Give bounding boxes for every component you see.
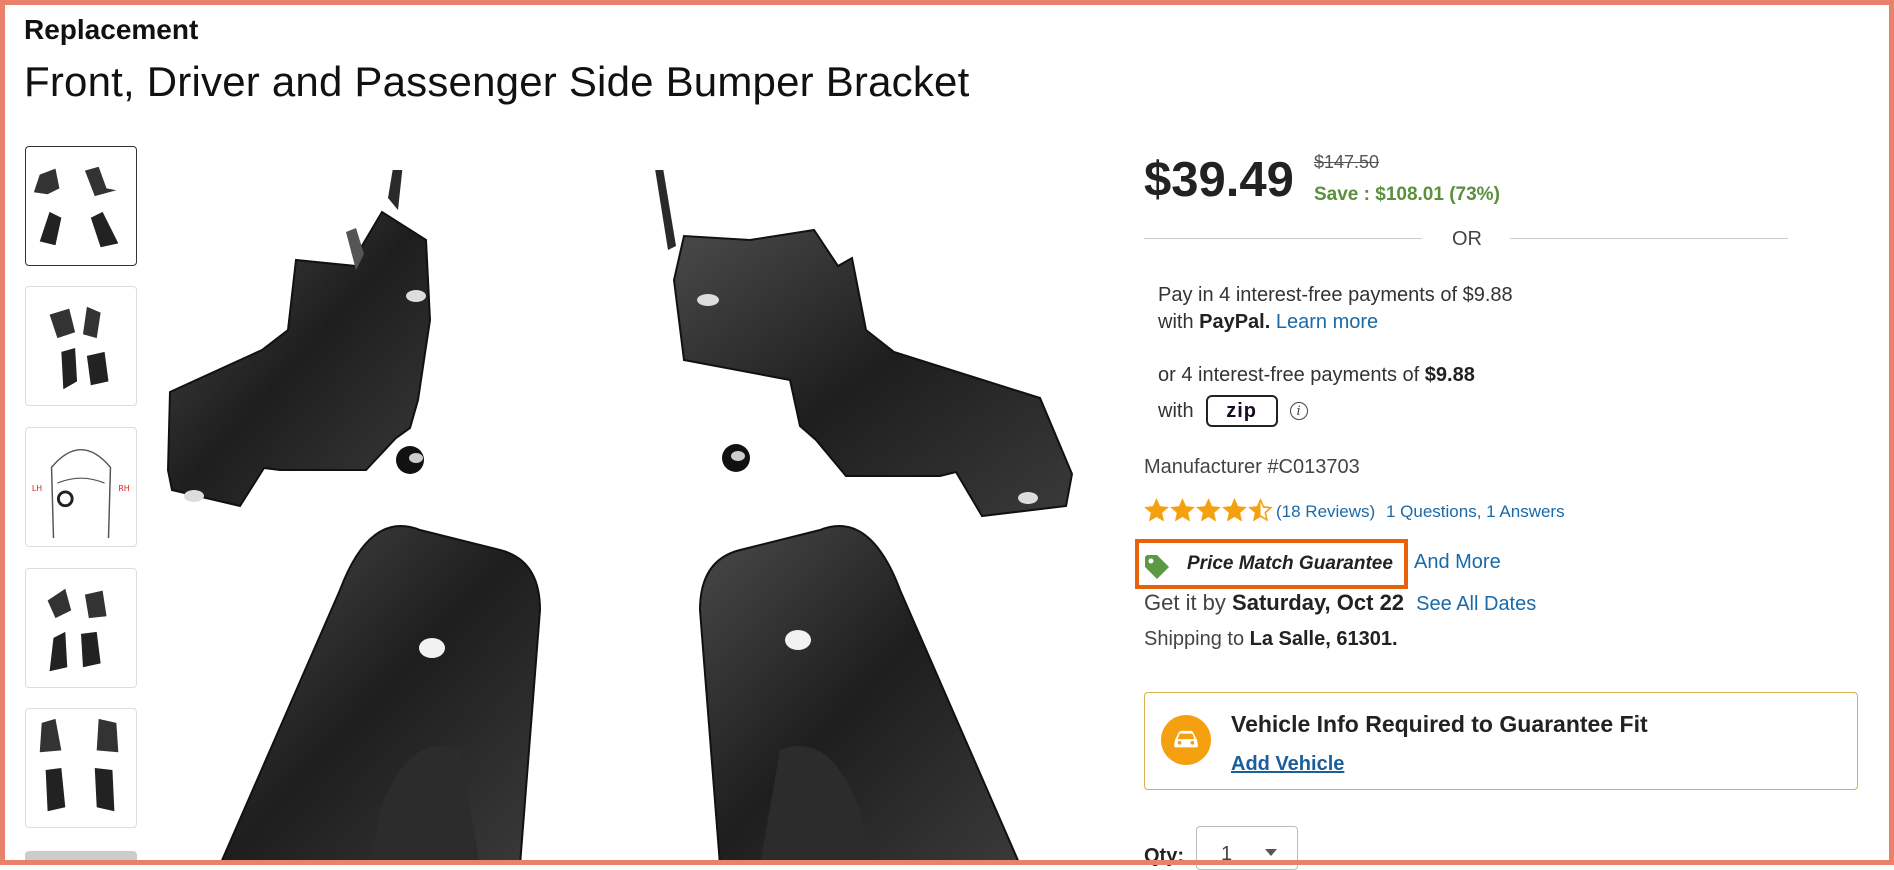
original-price: $147.50	[1314, 152, 1380, 172]
svg-text:LH: LH	[32, 484, 42, 493]
bracket-thumbnail-icon	[49, 306, 109, 390]
main-product-image[interactable]	[160, 150, 1080, 866]
car-icon	[1161, 715, 1211, 765]
tag-icon	[1145, 555, 1169, 579]
bracket-thumbnail-icon	[47, 588, 107, 672]
info-icon[interactable]: i	[1289, 402, 1308, 420]
savings-text: Save : $108.01 (73%)	[1314, 184, 1500, 205]
current-price: $39.49	[1144, 153, 1294, 207]
quantity-select[interactable]: 1	[1196, 826, 1298, 870]
see-all-dates-link[interactable]: See All Dates	[1416, 593, 1536, 615]
vehicle-info-title: Vehicle Info Required to Guarantee Fit	[1231, 711, 1648, 737]
or-divider-line-right	[1510, 238, 1788, 239]
product-brand: Replacement	[24, 14, 199, 45]
questions-answers-link[interactable]: 1 Questions, 1 Answers	[1386, 502, 1565, 522]
delivery-prefix: Get it by	[1144, 590, 1233, 615]
star-icon	[1222, 498, 1247, 522]
paypal-with: with	[1158, 311, 1200, 333]
vehicle-diagram-icon: LH RH	[32, 448, 130, 539]
star-icon	[1144, 498, 1169, 522]
ship-location[interactable]: La Salle, 61301.	[1250, 628, 1398, 650]
product-title: Front, Driver and Passenger Side Bumper …	[24, 58, 970, 105]
zip-logo-icon[interactable]: zip	[1205, 395, 1278, 427]
zip-installments: or 4 interest-free payments of $9.88	[1158, 364, 1475, 387]
shipping-location: Shipping to La Salle, 61301.	[1144, 628, 1398, 651]
vehicle-info-box: Vehicle Info Required to Guarantee Fit A…	[1144, 692, 1858, 790]
ship-prefix: Shipping to	[1144, 628, 1250, 650]
thumbnail-four-brackets[interactable]	[25, 146, 137, 266]
price-match-guarantee-label[interactable]: Price Match Guarantee	[1187, 553, 1393, 575]
bumper-bracket-image	[166, 150, 1074, 866]
paypal-brand: PayPal.	[1199, 311, 1271, 333]
reviews-link[interactable]: (18 Reviews)	[1276, 502, 1375, 522]
thumbnail-next-peek[interactable]	[25, 851, 137, 865]
thumbnail-bracket-set-side[interactable]	[25, 568, 137, 688]
manufacturer-number: Manufacturer #C013703	[1144, 456, 1360, 478]
star-icon	[1248, 498, 1273, 522]
paypal-installments: Pay in 4 interest-free payments of $9.88…	[1158, 282, 1578, 336]
bracket-thumbnail-icon	[39, 718, 119, 812]
or-divider-text: OR	[1452, 228, 1482, 250]
thumbnail-bracket-set-alt[interactable]	[25, 286, 137, 406]
add-vehicle-link[interactable]: Add Vehicle	[1231, 753, 1344, 776]
chevron-down-icon	[1265, 849, 1277, 856]
star-icon	[1196, 498, 1221, 522]
delivery-estimate: Get it by Saturday, Oct 22 See All Dates	[1144, 590, 1536, 616]
thumbnail-bracket-set-front[interactable]	[25, 708, 137, 828]
delivery-date: Saturday, Oct 22	[1232, 590, 1405, 615]
zip-amount: $9.88	[1424, 364, 1475, 386]
svg-text:RH: RH	[118, 484, 129, 493]
paypal-line: Pay in 4 interest-free payments of $9.88	[1158, 284, 1513, 306]
zip-with: with	[1158, 399, 1194, 422]
quantity-value: 1	[1221, 843, 1233, 865]
and-more-link[interactable]: And More	[1414, 551, 1501, 574]
zip-logo-text: zip	[1226, 399, 1257, 422]
rating-stars	[1144, 498, 1274, 523]
bracket-thumbnail-icon	[33, 166, 119, 248]
paypal-learn-more-link[interactable]: Learn more	[1276, 311, 1378, 333]
star-icon	[1170, 498, 1195, 522]
thumbnail-vehicle-diagram[interactable]: LH RH	[25, 427, 137, 547]
zip-prefix: or 4 interest-free payments of	[1158, 364, 1425, 386]
zip-with-row: with zip i	[1158, 395, 1308, 427]
or-divider-line-left	[1144, 238, 1422, 239]
